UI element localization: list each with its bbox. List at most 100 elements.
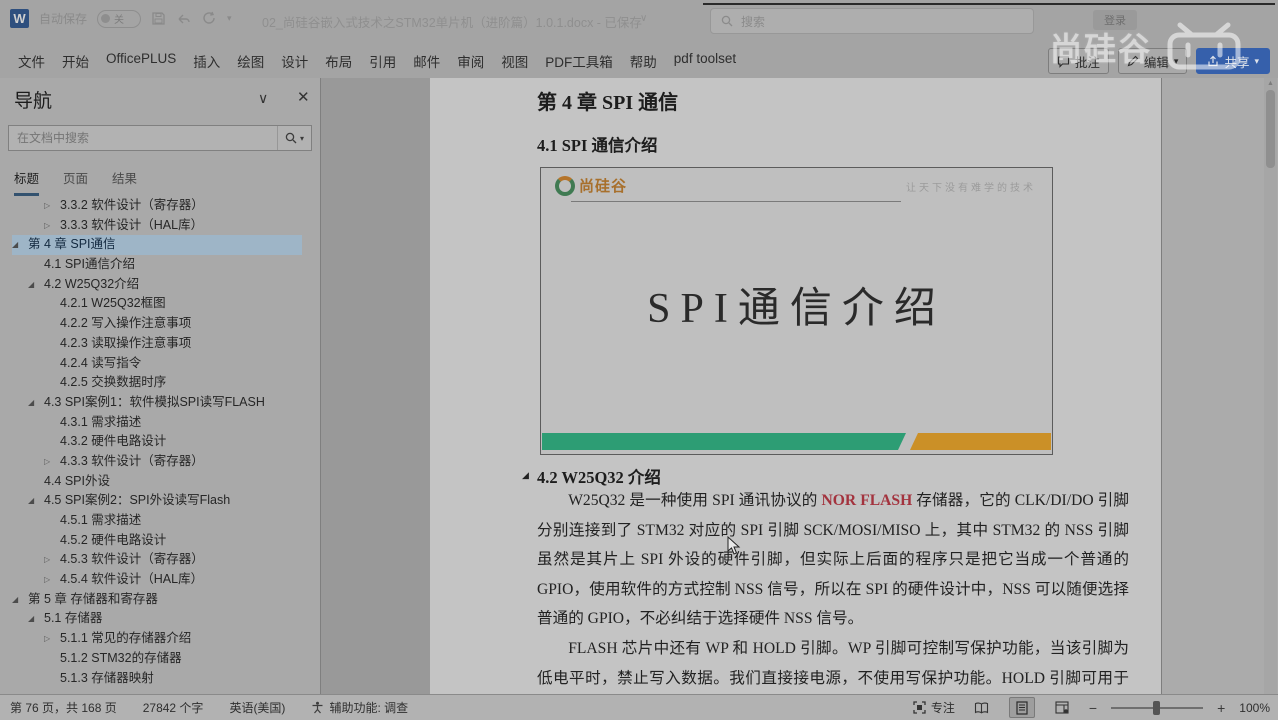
nav-tree-item[interactable]: 4.5 SPI案例2：SPI外设读写Flash <box>12 491 302 511</box>
ribbon-tab[interactable]: 文件 <box>18 51 45 71</box>
title-chevron-icon[interactable]: ∨ <box>640 13 647 24</box>
expand-arrow-icon[interactable] <box>44 570 60 590</box>
nav-tab[interactable]: 页面 <box>63 168 88 196</box>
ribbon-tab[interactable]: 布局 <box>325 51 352 71</box>
zoom-out-button[interactable]: − <box>1089 700 1097 716</box>
ribbon-tab[interactable]: 开始 <box>62 51 89 71</box>
vertical-scrollbar[interactable]: ▲ <box>1264 78 1277 695</box>
nav-item-label: 5.1.3 存储器映射 <box>60 670 154 685</box>
nav-tree-item[interactable]: 4.5.3 软件设计（寄存器） <box>12 550 302 570</box>
nav-tab[interactable]: 标题 <box>14 168 40 196</box>
nav-tree-item[interactable]: 4.2.3 读取操作注意事项 <box>12 334 302 354</box>
print-layout-button[interactable] <box>1008 697 1035 718</box>
ribbon-tab[interactable]: 引用 <box>369 51 396 71</box>
zoom-slider[interactable] <box>1111 700 1204 715</box>
nav-tree-item[interactable]: 4.4 SPI外设 <box>12 472 302 492</box>
editing-button[interactable]: 编辑 ▾ <box>1117 48 1188 74</box>
section-heading-4-2[interactable]: 4.2 W25Q32 介绍 <box>537 464 661 488</box>
expand-arrow-icon[interactable] <box>44 196 60 216</box>
ribbon-tab[interactable]: 视图 <box>501 51 528 71</box>
comments-button[interactable]: 批注 <box>1047 48 1109 74</box>
word-count-status[interactable]: 27842 个字 <box>143 699 204 716</box>
zoom-in-button[interactable]: + <box>1217 700 1225 716</box>
scrollbar-thumb[interactable] <box>1266 90 1275 168</box>
nav-tree-item[interactable]: 3.3.3 软件设计（HAL库） <box>12 216 302 236</box>
nav-tree-item[interactable]: 4.2.2 写入操作注意事项 <box>12 314 302 334</box>
ribbon-tab[interactable]: 帮助 <box>630 51 657 71</box>
zoom-slider-thumb[interactable] <box>1153 700 1161 715</box>
embedded-slide-image[interactable]: 尚硅谷 让天下没有难学的技术 SPI通信介绍 <box>540 167 1053 455</box>
save-button[interactable] <box>151 11 166 26</box>
autosave-toggle[interactable]: 关 <box>97 9 142 28</box>
ribbon-tab[interactable]: pdf toolset <box>674 51 736 71</box>
titlebar-search-box[interactable]: 搜索 <box>710 8 1034 34</box>
ribbon-tab[interactable]: 插入 <box>193 51 220 71</box>
web-layout-button[interactable] <box>1049 697 1075 718</box>
chapter-heading[interactable]: 第 4 章 SPI 通信 <box>537 86 678 115</box>
ribbon-tab[interactable]: 邮件 <box>413 51 440 71</box>
nav-tree-item[interactable]: 第 4 章 SPI通信 <box>12 235 302 256</box>
nav-tree-item[interactable]: 4.1 SPI通信介绍 <box>12 255 302 275</box>
nav-tree-item[interactable]: 4.3.1 需求描述 <box>12 413 302 433</box>
language-status[interactable]: 英语(美国) <box>229 699 285 716</box>
expand-arrow-icon[interactable] <box>12 590 28 610</box>
share-button[interactable]: 共享 ▾ <box>1196 48 1270 74</box>
ribbon-tab[interactable]: 审阅 <box>457 51 484 71</box>
ribbon-tab[interactable]: OfficePLUS <box>106 51 176 71</box>
nav-pane-chevron-icon[interactable]: ∨ <box>258 90 268 107</box>
redo-button[interactable] <box>202 11 217 26</box>
nav-tree-item[interactable]: 5.1.3 存储器映射 <box>12 669 302 689</box>
expand-arrow-icon[interactable] <box>28 609 44 629</box>
nav-tree-item[interactable]: 5.1.1 常见的存储器介绍 <box>12 629 302 649</box>
paragraph-2[interactable]: FLASH 芯片中还有 WP 和 HOLD 引脚。WP 引脚可控制写保护功能，当… <box>537 634 1129 694</box>
nav-tree-item[interactable]: 4.5.2 硬件电路设计 <box>12 531 302 551</box>
ribbon-tab[interactable]: 设计 <box>281 51 308 71</box>
expand-arrow-icon[interactable] <box>12 235 28 255</box>
body-text[interactable]: W25Q32 是一种使用 SPI 通讯协议的 NOR FLASH 存储器，它的 … <box>537 486 1129 694</box>
expand-arrow-icon[interactable] <box>44 452 60 472</box>
nav-tree-item[interactable]: 5.1.2 STM32的存储器 <box>12 649 302 669</box>
nav-search-input[interactable] <box>9 131 277 145</box>
heading-collapse-icon[interactable]: ◢ <box>522 470 529 481</box>
expand-arrow-icon[interactable] <box>28 491 44 511</box>
expand-arrow-icon[interactable] <box>28 275 44 295</box>
nav-tree-item[interactable]: 4.5.1 需求描述 <box>12 511 302 531</box>
document-page[interactable]: 第 4 章 SPI 通信 4.1 SPI 通信介绍 尚硅谷 让天下没有难学的技术… <box>430 78 1162 695</box>
nav-tree-item[interactable]: 4.2 W25Q32介绍 <box>12 275 302 295</box>
nav-pane-close-icon[interactable]: ✕ <box>297 88 310 106</box>
nav-tab[interactable]: 结果 <box>112 168 137 196</box>
scroll-up-arrow-icon[interactable]: ▲ <box>1267 80 1274 87</box>
nav-tree-item[interactable]: 3.3.2 软件设计（寄存器） <box>12 196 302 216</box>
nav-tree-item[interactable]: 4.3.3 软件设计（寄存器） <box>12 452 302 472</box>
undo-button[interactable] <box>176 12 192 26</box>
nav-tree-item[interactable]: 第 5 章 存储器和寄存器 <box>12 590 302 610</box>
paragraph-1[interactable]: W25Q32 是一种使用 SPI 通讯协议的 NOR FLASH 存储器，它的 … <box>537 486 1129 634</box>
nav-tree-item[interactable]: 4.2.5 交换数据时序 <box>12 373 302 393</box>
ribbon-tab[interactable]: PDF工具箱 <box>545 51 613 71</box>
nav-tree-item[interactable]: 4.3 SPI案例1：软件模拟SPI读写FLASH <box>12 393 302 413</box>
ribbon-tab[interactable]: 绘图 <box>237 51 264 71</box>
expand-arrow-icon[interactable] <box>44 216 60 236</box>
customize-qat-chevron-icon[interactable]: ▾ <box>227 13 232 24</box>
nav-tree-item[interactable]: 4.3.2 硬件电路设计 <box>12 432 302 452</box>
page-number-status[interactable]: 第 76 页，共 168 页 <box>10 699 117 716</box>
expand-arrow-icon[interactable] <box>44 550 60 570</box>
focus-mode-button[interactable]: 专注 <box>913 699 955 716</box>
word-app-icon[interactable]: W <box>10 9 29 28</box>
nav-item-label: 4.2.1 W25Q32框图 <box>60 296 166 311</box>
signin-button[interactable]: 登录 <box>1093 10 1137 30</box>
nav-search-button[interactable]: ▾ <box>276 126 311 150</box>
section-heading-4-1[interactable]: 4.1 SPI 通信介绍 <box>537 132 658 156</box>
nav-tree-item[interactable]: 4.2.4 读写指令 <box>12 354 302 374</box>
slide-title: SPI通信介绍 <box>647 286 946 332</box>
expand-arrow-icon[interactable] <box>28 393 44 413</box>
read-mode-button[interactable] <box>969 697 995 718</box>
book-icon <box>975 702 989 714</box>
expand-arrow-icon[interactable] <box>44 629 60 649</box>
zoom-level[interactable]: 100% <box>1239 701 1270 715</box>
nav-tree-item[interactable]: 4.5.4 软件设计（HAL库） <box>12 570 302 590</box>
nav-tree-item[interactable]: 4.2.1 W25Q32框图 <box>12 294 302 314</box>
accessibility-status[interactable]: 辅助功能: 调查 <box>311 699 408 716</box>
web-layout-icon <box>1055 701 1069 714</box>
nav-tree-item[interactable]: 5.1 存储器 <box>12 609 302 629</box>
